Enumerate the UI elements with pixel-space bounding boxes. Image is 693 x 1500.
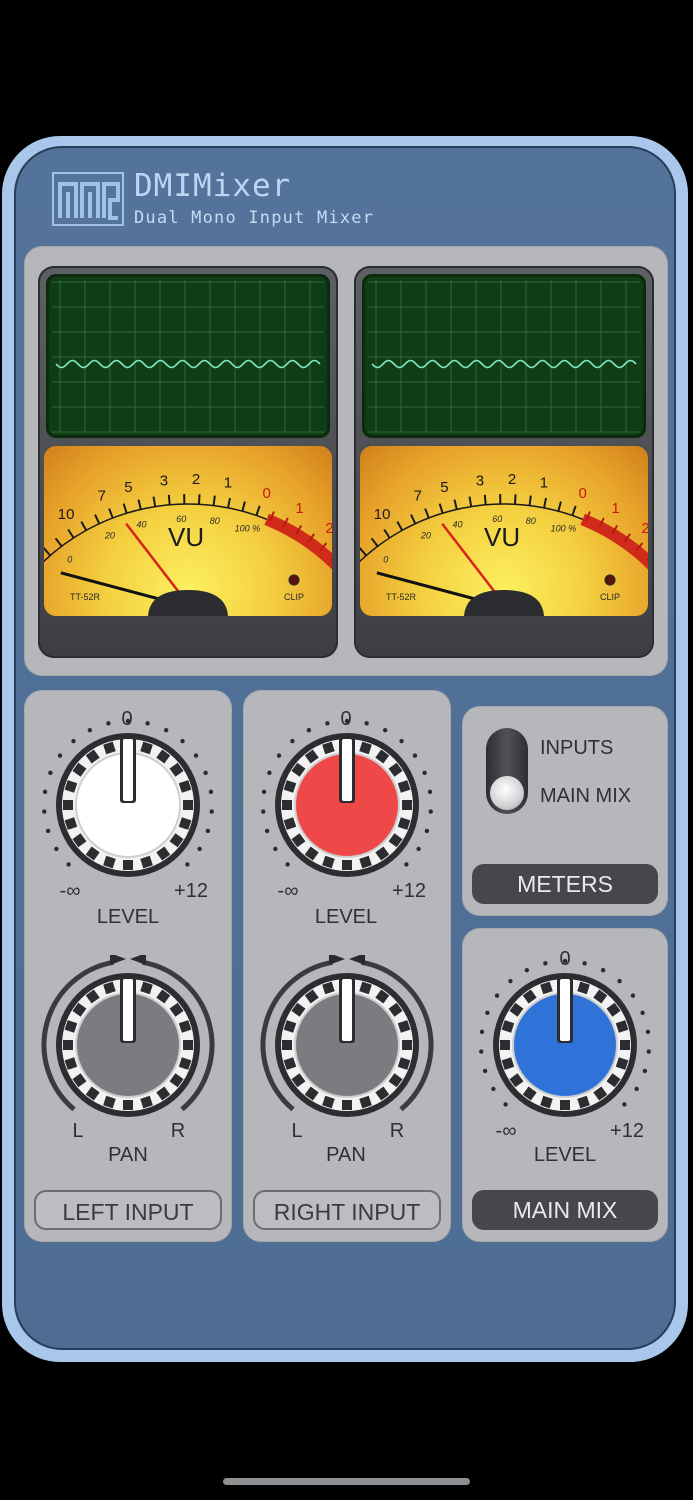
svg-text:40: 40 — [137, 520, 147, 530]
logo-icon — [52, 172, 124, 226]
main-level-knob[interactable] — [475, 955, 655, 1135]
level-label: LEVEL — [533, 1144, 597, 1166]
vu-model: TT-52R — [386, 592, 417, 602]
svg-text:1: 1 — [540, 474, 548, 491]
left-pan-knob[interactable] — [38, 955, 218, 1135]
clip-label: CLIP — [600, 592, 621, 602]
pan-label: PAN — [326, 1144, 366, 1166]
svg-text:20: 20 — [104, 531, 115, 541]
svg-text:5: 5 — [124, 479, 132, 496]
oscilloscope-right — [362, 274, 646, 438]
meter-right: 2010753210123020406080100 % VU TT-52R CL… — [354, 266, 654, 658]
right-input-button[interactable]: RIGHT INPUT — [253, 1190, 441, 1230]
svg-text:80: 80 — [210, 516, 220, 526]
level-max-label: +12 — [392, 880, 426, 902]
pan-r-label: R — [389, 1120, 405, 1142]
svg-text:80: 80 — [526, 516, 536, 526]
vu-label: VU — [168, 522, 205, 552]
oscilloscope-left — [46, 274, 330, 438]
svg-text:0: 0 — [262, 485, 270, 502]
meters-button[interactable]: METERS — [472, 864, 658, 904]
svg-text:10: 10 — [58, 506, 75, 523]
svg-text:1: 1 — [611, 500, 619, 517]
level-min-label: -∞ — [495, 1120, 517, 1142]
pan-r-label: R — [170, 1120, 186, 1142]
vu-label: VU — [484, 522, 521, 552]
level-label: LEVEL — [96, 906, 160, 928]
app-title: DMIMixer — [134, 168, 292, 204]
svg-text:100 %: 100 % — [551, 523, 577, 533]
pan-l-label: L — [72, 1120, 84, 1142]
toggle-thumb — [490, 776, 524, 810]
vu-model: TT-52R — [70, 592, 101, 602]
vu-meter-left: 2010753210123020406080100 % VU TT-52R CL… — [44, 446, 332, 616]
level-min-label: -∞ — [59, 880, 81, 902]
svg-text:100 %: 100 % — [235, 523, 261, 533]
svg-text:5: 5 — [440, 479, 448, 496]
pan-l-label: L — [291, 1120, 303, 1142]
svg-text:0: 0 — [67, 555, 72, 565]
svg-text:2: 2 — [192, 471, 200, 488]
right-level-knob[interactable] — [257, 715, 437, 895]
oscilloscope-grid-left — [52, 280, 324, 433]
meter-source-toggle[interactable] — [486, 728, 528, 814]
svg-text:40: 40 — [453, 520, 463, 530]
pan-label: PAN — [108, 1144, 148, 1166]
svg-text:3: 3 — [160, 472, 168, 489]
left-input-button[interactable]: LEFT INPUT — [34, 1190, 222, 1230]
svg-text:0: 0 — [578, 485, 586, 502]
level-max-label: +12 — [174, 880, 208, 902]
svg-text:10: 10 — [374, 506, 391, 523]
toggle-option-main-mix[interactable]: MAIN MIX — [540, 785, 631, 808]
svg-text:7: 7 — [98, 488, 106, 505]
vu-meter-right: 2010753210123020406080100 % VU TT-52R CL… — [360, 446, 648, 616]
toggle-option-inputs[interactable]: INPUTS — [540, 737, 613, 760]
svg-text:2: 2 — [325, 520, 332, 537]
main-mix-button[interactable]: MAIN MIX — [472, 1190, 658, 1230]
level-min-label: -∞ — [277, 880, 299, 902]
oscilloscope-grid-right — [368, 280, 640, 433]
svg-text:0: 0 — [383, 555, 388, 565]
svg-text:1: 1 — [295, 500, 303, 517]
right-pan-knob[interactable] — [257, 955, 437, 1135]
svg-text:2: 2 — [641, 520, 648, 537]
svg-text:20: 20 — [420, 531, 431, 541]
home-indicator — [223, 1478, 470, 1485]
svg-text:7: 7 — [414, 488, 422, 505]
svg-text:2: 2 — [508, 471, 516, 488]
svg-text:1: 1 — [224, 474, 232, 491]
left-level-knob[interactable] — [38, 715, 218, 895]
clip-label: CLIP — [284, 592, 305, 602]
meter-left: 2010753210123020406080100 % VU TT-52R CL… — [38, 266, 338, 658]
level-label: LEVEL — [314, 906, 378, 928]
app-subtitle: Dual Mono Input Mixer — [134, 208, 375, 228]
level-max-label: +12 — [610, 1120, 644, 1142]
svg-text:3: 3 — [476, 472, 484, 489]
